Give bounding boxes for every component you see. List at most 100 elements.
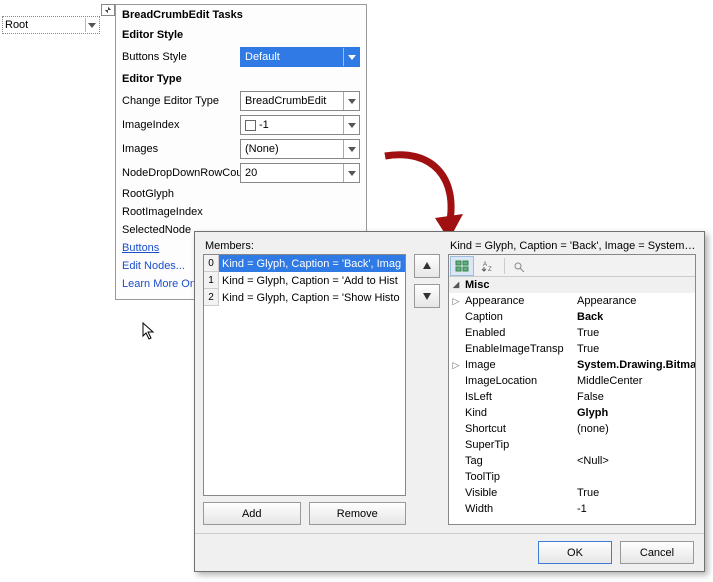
chevron-down-icon — [343, 164, 359, 182]
image-swatch-icon — [245, 120, 256, 131]
chevron-down-icon — [343, 92, 359, 110]
link-buttons[interactable]: Buttons — [122, 242, 159, 254]
property-name: Kind — [463, 407, 573, 419]
property-value[interactable]: <Null> — [573, 455, 695, 467]
property-value[interactable]: Back — [573, 311, 695, 323]
label-image-index: ImageIndex — [122, 119, 240, 131]
members-item[interactable]: 1Kind = Glyph, Caption = 'Add to Hist — [204, 272, 405, 289]
property-name: Caption — [463, 311, 573, 323]
property-name: SuperTip — [463, 439, 573, 451]
property-name: EnableImageTransp — [463, 343, 573, 355]
members-listbox[interactable]: 0Kind = Glyph, Caption = 'Back', Imag1Ki… — [203, 254, 406, 496]
label-buttons-style: Buttons Style — [122, 51, 240, 63]
input-node-dd-row-count-value: 20 — [245, 167, 257, 179]
property-row[interactable]: EnableImageTranspTrue — [449, 341, 695, 357]
property-row[interactable]: Shortcut(none) — [449, 421, 695, 437]
property-name: ImageLocation — [463, 375, 573, 387]
property-row[interactable]: KindGlyph — [449, 405, 695, 421]
label-node-dd-row-count: NodeDropDownRowCount — [122, 167, 240, 179]
breadcrumb-edit-control[interactable]: Root — [2, 16, 100, 34]
category-misc[interactable]: Misc — [449, 277, 695, 293]
property-row[interactable]: ▷AppearanceAppearance — [449, 293, 695, 309]
property-value[interactable]: True — [573, 487, 695, 499]
property-name: Enabled — [463, 327, 573, 339]
members-item[interactable]: 2Kind = Glyph, Caption = 'Show Histo — [204, 289, 405, 306]
property-value[interactable]: System.Drawing.Bitmap — [573, 359, 695, 371]
members-item-index: 1 — [204, 272, 219, 289]
move-up-button[interactable] — [414, 254, 440, 278]
members-item-index: 2 — [204, 289, 219, 306]
mouse-cursor-icon — [142, 322, 158, 345]
tasks-title: BreadCrumbEdit Tasks — [122, 7, 360, 25]
section-editor-style: Editor Style — [122, 25, 360, 45]
input-node-dd-row-count[interactable]: 20 — [240, 163, 360, 183]
members-item[interactable]: 0Kind = Glyph, Caption = 'Back', Imag — [204, 255, 405, 272]
dropdown-image-index[interactable]: -1 — [240, 115, 360, 135]
selection-summary: Kind = Glyph, Caption = 'Back', Image = … — [448, 240, 696, 254]
label-root-image-index: RootImageIndex — [122, 203, 360, 221]
smart-tag-glyph[interactable] — [101, 4, 115, 16]
root-dropdown-button[interactable] — [85, 18, 97, 32]
chevron-down-icon — [343, 140, 359, 158]
members-item-text: Kind = Glyph, Caption = 'Show Histo — [219, 289, 405, 306]
ok-button[interactable]: OK — [538, 541, 612, 564]
dropdown-images-value: (None) — [245, 143, 279, 155]
label-images: Images — [122, 143, 240, 155]
property-name: Appearance — [463, 295, 573, 307]
alphabetical-view-button[interactable]: AZ — [476, 256, 500, 276]
property-row[interactable]: ▷ImageSystem.Drawing.Bitmap — [449, 357, 695, 373]
property-value[interactable]: False — [573, 391, 695, 403]
property-row[interactable]: Tag<Null> — [449, 453, 695, 469]
members-item-text: Kind = Glyph, Caption = 'Back', Imag — [219, 255, 405, 272]
add-button[interactable]: Add — [203, 502, 301, 525]
label-root-glyph: RootGlyph — [122, 185, 360, 203]
dropdown-image-index-value: -1 — [259, 119, 269, 131]
property-name: Visible — [463, 487, 573, 499]
dropdown-change-editor-type-value: BreadCrumbEdit — [245, 95, 326, 107]
cancel-button[interactable]: Cancel — [620, 541, 694, 564]
property-value[interactable]: True — [573, 343, 695, 355]
move-down-button[interactable] — [414, 284, 440, 308]
section-editor-type: Editor Type — [122, 69, 360, 89]
property-name: IsLeft — [463, 391, 573, 403]
label-change-editor-type: Change Editor Type — [122, 95, 240, 107]
property-value[interactable]: Glyph — [573, 407, 695, 419]
property-value[interactable]: MiddleCenter — [573, 375, 695, 387]
members-item-text: Kind = Glyph, Caption = 'Add to Hist — [219, 272, 405, 289]
property-name: Shortcut — [463, 423, 573, 435]
property-name: Tag — [463, 455, 573, 467]
property-row[interactable]: ImageLocationMiddleCenter — [449, 373, 695, 389]
collection-editor-dialog: Members: 0Kind = Glyph, Caption = 'Back'… — [194, 231, 705, 572]
property-name: Image — [463, 359, 573, 371]
categorized-view-button[interactable] — [450, 256, 474, 276]
dropdown-images[interactable]: (None) — [240, 139, 360, 159]
dropdown-buttons-style[interactable]: Default — [240, 47, 360, 67]
expand-icon[interactable]: ▷ — [449, 360, 463, 371]
svg-text:Z: Z — [488, 267, 492, 272]
property-value[interactable]: -1 — [573, 503, 695, 515]
dropdown-change-editor-type[interactable]: BreadCrumbEdit — [240, 91, 360, 111]
members-label: Members: — [203, 240, 406, 254]
property-name: Width — [463, 503, 573, 515]
property-row[interactable]: EnabledTrue — [449, 325, 695, 341]
dropdown-buttons-style-value: Default — [245, 51, 280, 63]
property-value[interactable]: True — [573, 327, 695, 339]
property-row[interactable]: IsLeftFalse — [449, 389, 695, 405]
members-item-index: 0 — [204, 255, 219, 272]
property-pages-button[interactable] — [509, 256, 533, 276]
property-name: ToolTip — [463, 471, 573, 483]
property-row[interactable]: Width-1 — [449, 501, 695, 517]
remove-button[interactable]: Remove — [309, 502, 407, 525]
root-node[interactable]: Root — [5, 19, 28, 31]
chevron-down-icon — [343, 48, 359, 66]
property-value[interactable]: (none) — [573, 423, 695, 435]
chevron-down-icon — [343, 116, 359, 134]
property-row[interactable]: SuperTip — [449, 437, 695, 453]
property-value[interactable]: Appearance — [573, 295, 695, 307]
property-grid[interactable]: AZ Misc ▷AppearanceAppearanceCaptionBack… — [448, 254, 696, 525]
property-row[interactable]: CaptionBack — [449, 309, 695, 325]
expand-icon[interactable]: ▷ — [449, 296, 463, 307]
link-edit-nodes[interactable]: Edit Nodes... — [122, 260, 185, 272]
property-row[interactable]: ToolTip — [449, 469, 695, 485]
property-row[interactable]: VisibleTrue — [449, 485, 695, 501]
